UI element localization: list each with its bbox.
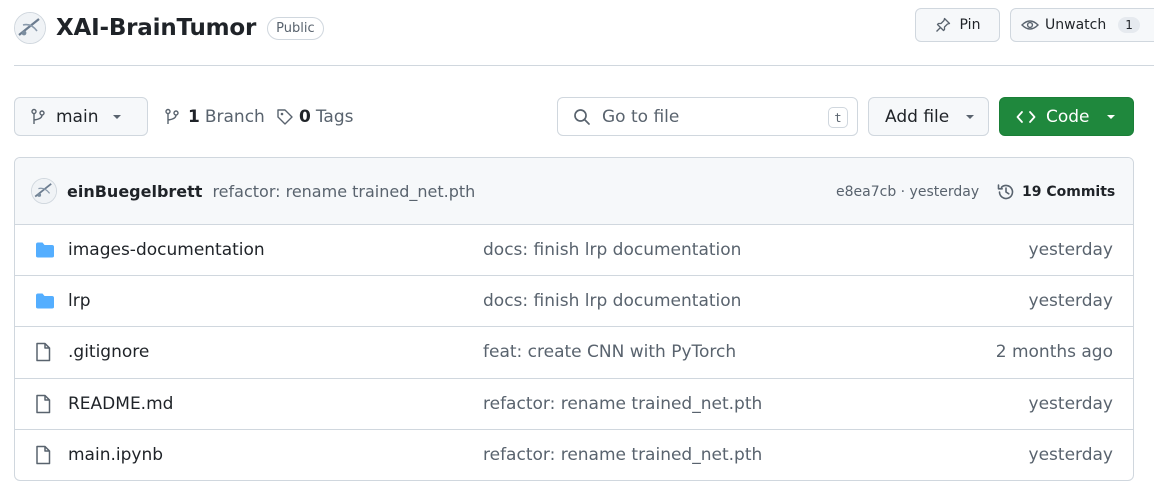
- folder-icon: [35, 242, 55, 259]
- file-commit-date: 2 months ago: [995, 342, 1113, 363]
- header-divider: [14, 65, 1154, 66]
- visibility-badge: Public: [267, 16, 324, 40]
- author-avatar[interactable]: [31, 178, 57, 204]
- file-commit-message[interactable]: refactor: rename trained_net.pth: [483, 445, 762, 465]
- tag-label: Tags: [315, 106, 354, 127]
- commit-hash-time[interactable]: e8ea7cb · yesterday: [836, 158, 979, 225]
- repo-header: XAI-BrainTumor Public: [14, 10, 324, 46]
- chevron-down-icon: [966, 114, 975, 119]
- add-file-button[interactable]: Add file: [868, 97, 989, 136]
- watch-button[interactable]: Unwatch 1: [1010, 8, 1154, 42]
- file-name[interactable]: README.md: [68, 394, 173, 414]
- code-icon: [1016, 110, 1036, 123]
- latest-commit-bar: einBuegelbrett refactor: rename trained_…: [15, 158, 1133, 225]
- pin-button[interactable]: Pin: [915, 8, 1000, 42]
- tags-link[interactable]: 0 Tags: [276, 97, 353, 136]
- go-to-file-input[interactable]: Go to file t: [557, 97, 858, 136]
- chevron-down-icon: [113, 114, 122, 119]
- git-branch-icon: [31, 108, 45, 124]
- code-label: Code: [1046, 106, 1090, 127]
- file-name[interactable]: images-documentation: [68, 240, 265, 260]
- owner-avatar-image: [15, 13, 45, 43]
- eye-icon: [1021, 20, 1039, 30]
- file-name[interactable]: lrp: [68, 291, 91, 311]
- search-placeholder: Go to file: [602, 106, 680, 127]
- search-icon: [574, 108, 590, 125]
- history-icon: [997, 183, 1014, 199]
- tag-icon: [277, 108, 293, 125]
- chevron-down-icon: [1106, 114, 1115, 119]
- file-row[interactable]: images-documentation docs: finish lrp do…: [15, 225, 1133, 277]
- file-icon: [35, 445, 51, 465]
- search-shortcut-key: t: [828, 107, 848, 128]
- watch-counter: 1: [1118, 17, 1140, 33]
- file-row[interactable]: .gitignore feat: create CNN with PyTorch…: [15, 327, 1133, 379]
- add-file-label: Add file: [885, 106, 950, 127]
- file-icon: [35, 342, 51, 362]
- git-branch-icon: [165, 108, 179, 124]
- file-name[interactable]: main.ipynb: [68, 445, 163, 465]
- file-table: einBuegelbrett refactor: rename trained_…: [14, 157, 1134, 481]
- file-commit-message[interactable]: refactor: rename trained_net.pth: [483, 394, 762, 414]
- tag-count: 0: [299, 106, 311, 127]
- file-commit-message[interactable]: docs: finish lrp documentation: [483, 240, 741, 260]
- branch-select[interactable]: main: [14, 97, 148, 136]
- branch-label: Branch: [204, 106, 265, 127]
- folder-icon: [35, 293, 55, 310]
- file-commit-date: yesterday: [1028, 445, 1113, 466]
- file-commit-message[interactable]: docs: finish lrp documentation: [483, 291, 741, 311]
- code-button[interactable]: Code: [999, 97, 1134, 136]
- file-name[interactable]: .gitignore: [68, 342, 149, 362]
- commit-message[interactable]: refactor: rename trained_net.pth: [212, 182, 475, 201]
- watch-label: Unwatch: [1045, 17, 1107, 33]
- file-row[interactable]: README.md refactor: rename trained_net.p…: [15, 379, 1133, 430]
- branches-link[interactable]: 1 Branch: [164, 97, 265, 136]
- commit-author[interactable]: einBuegelbrett: [67, 182, 202, 201]
- branch-name: main: [56, 106, 99, 127]
- file-commit-date: yesterday: [1028, 240, 1113, 261]
- pin-icon: [935, 17, 950, 32]
- file-commit-message[interactable]: feat: create CNN with PyTorch: [483, 342, 736, 362]
- file-row[interactable]: main.ipynb refactor: rename trained_net.…: [15, 430, 1133, 480]
- commits-count-label: 19 Commits: [1022, 183, 1116, 200]
- pin-label: Pin: [959, 17, 981, 33]
- file-row[interactable]: lrp docs: finish lrp documentation yeste…: [15, 276, 1133, 328]
- repo-name[interactable]: XAI-BrainTumor: [56, 15, 256, 41]
- commits-history-link[interactable]: 19 Commits: [996, 158, 1115, 225]
- owner-avatar[interactable]: [14, 12, 46, 44]
- branch-count: 1: [188, 106, 200, 127]
- file-commit-date: yesterday: [1028, 291, 1113, 312]
- file-commit-date: yesterday: [1028, 393, 1113, 414]
- author-avatar-image: [32, 179, 56, 203]
- file-icon: [35, 394, 51, 414]
